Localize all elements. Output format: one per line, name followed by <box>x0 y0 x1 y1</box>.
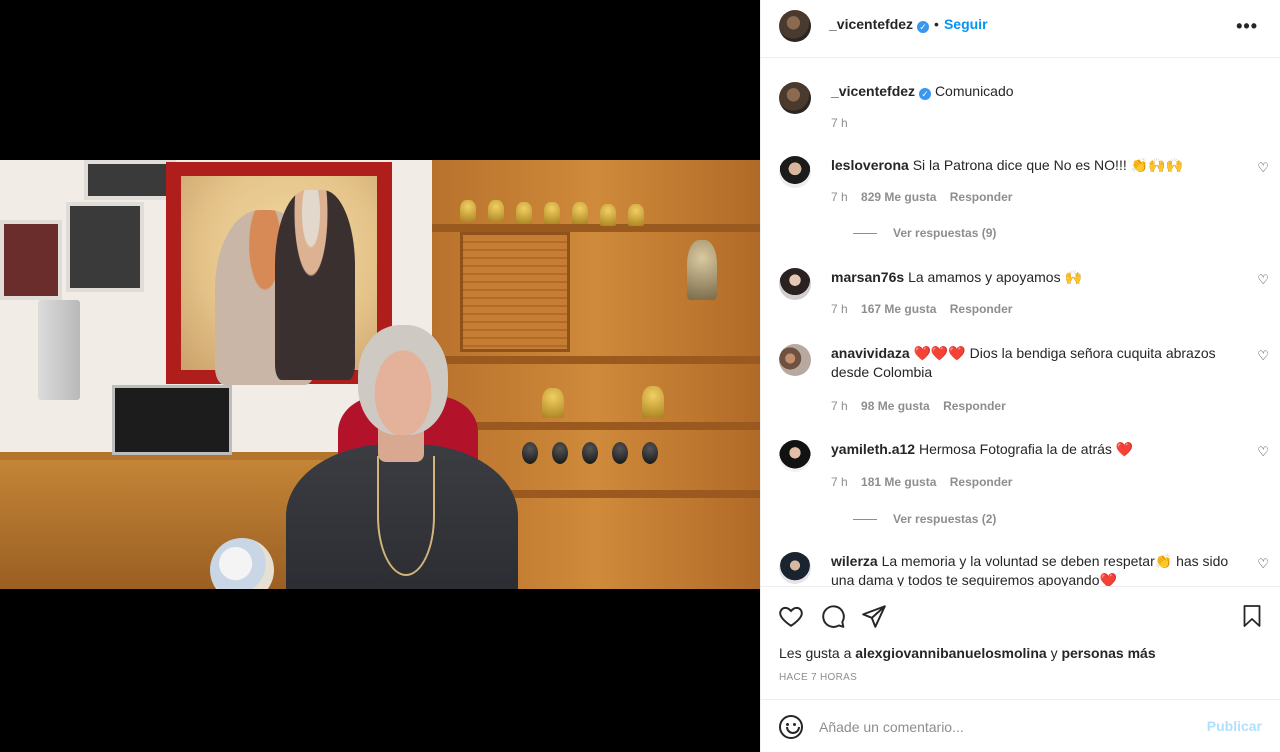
video-monitor <box>112 385 232 455</box>
more-options-icon[interactable]: ••• <box>1236 16 1258 37</box>
comment-time[interactable]: 7 h <box>831 190 848 204</box>
comment-username[interactable]: yamileth.a12 <box>831 441 915 457</box>
video-speaker-necklace <box>377 456 435 576</box>
comment-like-icon[interactable]: ♡ <box>1257 160 1269 176</box>
comments-list[interactable]: _vicentefdez ✓ Comunicado 7 h lesloverona… <box>761 59 1280 586</box>
comment-like-icon[interactable]: ♡ <box>1257 348 1269 364</box>
author-username[interactable]: _vicentefdez <box>829 16 913 32</box>
publish-button[interactable]: Publicar <box>1207 718 1262 734</box>
verified-icon: ✓ <box>919 88 932 100</box>
caption-text: Comunicado <box>934 83 1014 99</box>
caption: _vicentefdez ✓ Comunicado 7 h <box>779 82 1269 142</box>
comment-item: wilerza La memoria y la voluntad se debe… <box>779 552 1269 586</box>
comment-username[interactable]: anavividaza <box>831 345 910 361</box>
author-avatar[interactable] <box>779 10 811 42</box>
video-player[interactable] <box>0 160 760 589</box>
view-replies-label: Ver respuestas (2) <box>893 512 997 526</box>
replies-line <box>853 233 877 235</box>
comment-icon[interactable] <box>820 603 846 629</box>
comment-avatar[interactable] <box>779 344 811 376</box>
liked-by-user[interactable]: alexgiovannibanuelosmolina <box>855 645 1046 661</box>
bookmark-icon[interactable] <box>1240 603 1264 629</box>
post-side-panel: _vicentefdez ✓ • Seguir ••• _vicentefdez ✓ C… <box>760 0 1280 752</box>
video-wall-frame <box>66 202 144 292</box>
comment-avatar[interactable] <box>779 440 811 472</box>
reply-button[interactable]: Responder <box>950 190 1013 204</box>
comment-time[interactable]: 7 h <box>831 302 848 316</box>
comment-username[interactable]: lesloverona <box>831 157 909 173</box>
emoji-icon[interactable] <box>779 715 803 739</box>
likes-prefix: Les gusta a <box>779 645 852 661</box>
video-wall-frame <box>0 220 62 300</box>
comment-likes[interactable]: 181 Me gusta <box>861 475 936 489</box>
comment-item: anavividaza ❤️❤️❤️ Dios la bendiga señor… <box>779 344 1269 424</box>
reply-button[interactable]: Responder <box>950 475 1013 489</box>
post-header: _vicentefdez ✓ • Seguir ••• <box>761 0 1280 58</box>
comment-composer: Publicar <box>761 699 1280 752</box>
comment-text: Hermosa Fotografia la de atrás ❤️ <box>918 441 1134 457</box>
comment-avatar[interactable] <box>779 268 811 300</box>
video-speaker <box>358 325 448 435</box>
reply-button[interactable]: Responder <box>950 302 1013 316</box>
comment-avatar[interactable] <box>779 156 811 188</box>
comment-like-icon[interactable]: ♡ <box>1257 444 1269 460</box>
post-timestamp[interactable]: HACE 7 HORAS <box>779 672 857 683</box>
liked-by-others[interactable]: personas más <box>1061 645 1155 661</box>
comment-time[interactable]: 7 h <box>831 399 848 413</box>
likes-conjunction: y <box>1050 645 1058 661</box>
comment-likes[interactable]: 829 Me gusta <box>861 190 936 204</box>
comment-likes[interactable]: 98 Me gusta <box>861 399 930 413</box>
view-replies-label: Ver respuestas (9) <box>893 226 997 240</box>
replies-line <box>853 519 877 521</box>
comment-item: yamileth.a12 Hermosa Fotografia la de at… <box>779 440 1269 530</box>
comment-avatar[interactable] <box>779 552 811 584</box>
comment-like-icon[interactable]: ♡ <box>1257 272 1269 288</box>
comment-likes[interactable]: 167 Me gusta <box>861 302 936 316</box>
post-actions: Les gusta a alexgiovannibanuelosmolina y… <box>761 586 1280 698</box>
video-computer-tower <box>38 300 80 400</box>
likes-summary: Les gusta a alexgiovannibanuelosmolina y… <box>779 645 1156 661</box>
caption-time[interactable]: 7 h <box>831 116 848 130</box>
comment-text: La amamos y apoyamos 🙌 <box>908 269 1082 285</box>
video-wall-frame <box>84 160 176 200</box>
dot-separator: • <box>934 16 939 32</box>
reply-button[interactable]: Responder <box>943 399 1006 413</box>
comment-text: Si la Patrona dice que No es NO!!! 👏🙌🙌 <box>912 157 1183 173</box>
caption-username[interactable]: _vicentefdez <box>831 83 915 99</box>
view-replies-button[interactable]: Ver respuestas (2) <box>853 512 996 526</box>
comment-text: La memoria y la voluntad se deben respet… <box>831 553 1229 586</box>
comment-input[interactable] <box>819 715 1189 739</box>
comment-username[interactable]: wilerza <box>831 553 878 569</box>
follow-button[interactable]: Seguir <box>944 16 988 32</box>
comment-item: marsan76s La amamos y apoyamos 🙌 ♡ 7 h 1… <box>779 268 1269 328</box>
comment-item: lesloverona Si la Patrona dice que No es… <box>779 156 1269 246</box>
caption-avatar[interactable] <box>779 82 811 114</box>
media-pane[interactable] <box>0 0 760 752</box>
verified-icon: ✓ <box>917 21 930 33</box>
video-painting-figure <box>275 190 355 380</box>
author-line: _vicentefdez ✓ • Seguir <box>829 16 988 33</box>
heart-icon[interactable] <box>778 603 804 629</box>
comment-username[interactable]: marsan76s <box>831 269 904 285</box>
comment-like-icon[interactable]: ♡ <box>1257 556 1269 572</box>
view-replies-button[interactable]: Ver respuestas (9) <box>853 226 996 240</box>
comment-time[interactable]: 7 h <box>831 475 848 489</box>
share-icon[interactable] <box>861 603 887 629</box>
